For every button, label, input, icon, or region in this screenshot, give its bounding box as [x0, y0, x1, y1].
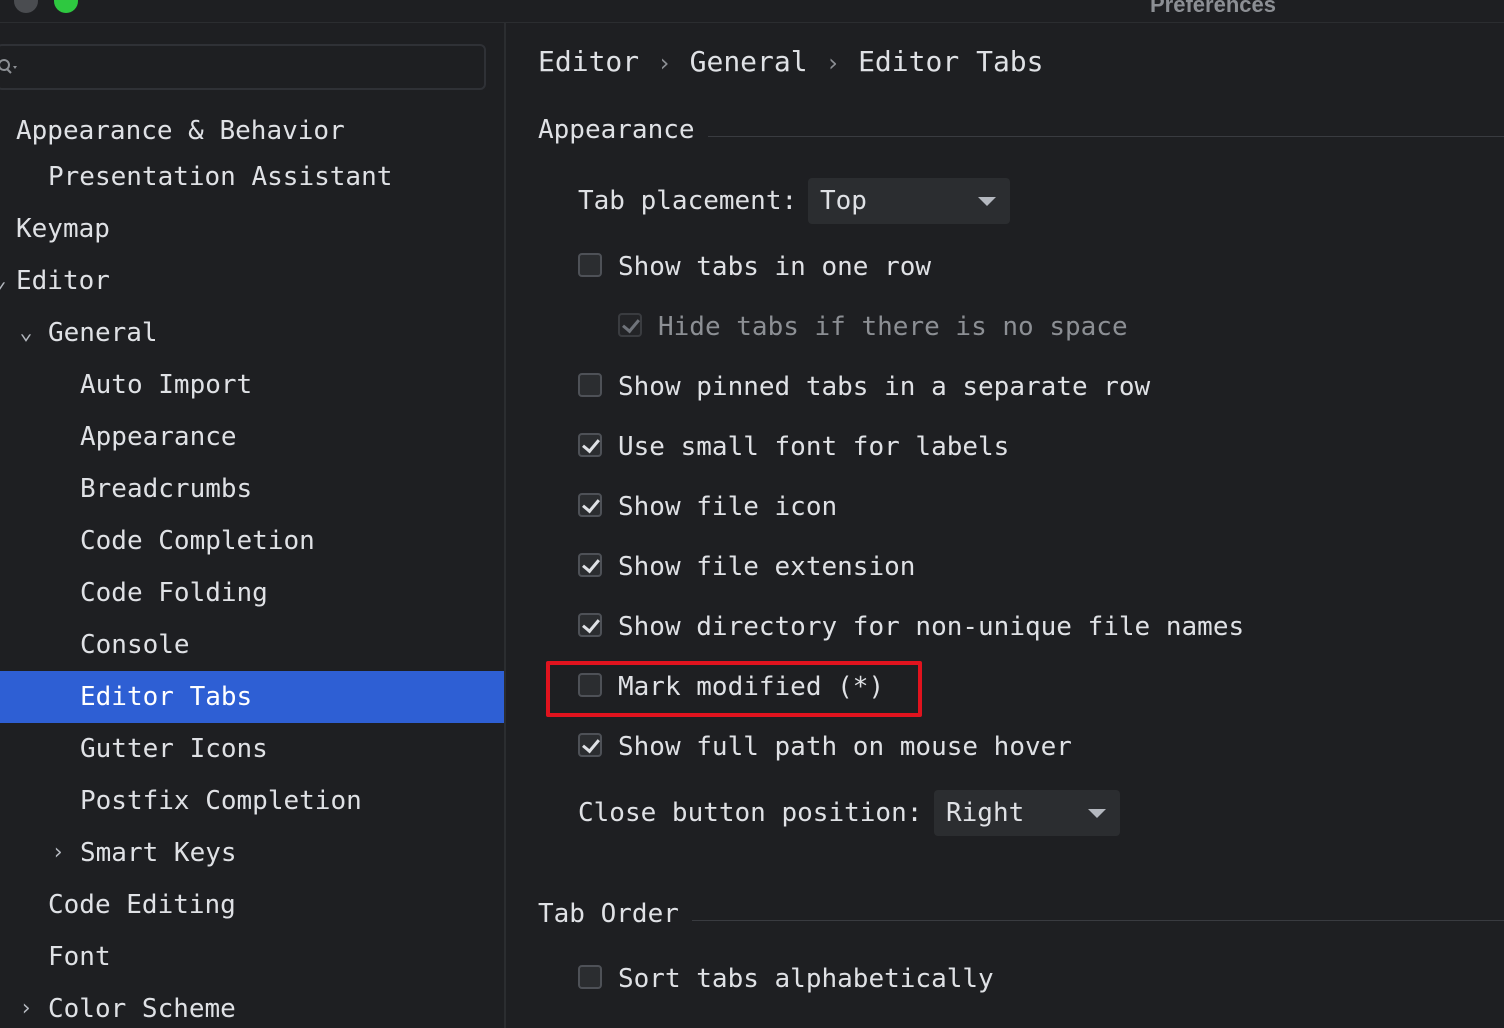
checkbox[interactable]	[578, 433, 602, 457]
option-label: Use small font for labels	[618, 432, 1010, 462]
sidebar-item-breadcrumbs[interactable]: Breadcrumbs	[0, 463, 504, 515]
sidebar-item-smart-keys[interactable]: › Smart Keys	[0, 827, 504, 879]
option-label: Sort tabs alphabetically	[618, 964, 994, 994]
sidebar-item-code-completion[interactable]: Code Completion	[0, 515, 504, 567]
settings-content: Editor › General › Editor Tabs Appearance Ta…	[506, 23, 1504, 1028]
checkbox[interactable]	[578, 673, 602, 697]
window-control-zoom[interactable]	[54, 0, 78, 13]
breadcrumb: Editor › General › Editor Tabs	[538, 45, 1044, 78]
option-label: Show tabs in one row	[618, 252, 932, 282]
window-control-minimize[interactable]	[14, 0, 38, 13]
breadcrumb-separator: ›	[825, 49, 841, 77]
sidebar-item-label: Postfix Completion	[80, 786, 362, 816]
breadcrumb-item: Editor Tabs	[858, 45, 1044, 78]
sidebar-item-label: Appearance & Behavior	[16, 116, 345, 146]
sidebar-item-label: Code Editing	[48, 890, 236, 920]
dropdown-arrow-icon	[1088, 809, 1106, 818]
section-title-appearance: Appearance	[538, 115, 695, 145]
chevron-right-icon[interactable]: ›	[16, 983, 36, 1028]
sidebar-item-auto-import[interactable]: Auto Import	[0, 359, 504, 411]
breadcrumb-item[interactable]: Editor	[538, 45, 639, 78]
checkbox	[618, 313, 642, 337]
checkbox[interactable]	[578, 553, 602, 577]
option-label: Show directory for non-unique file names	[618, 612, 1245, 642]
section-divider	[708, 136, 1504, 137]
title-bar: Preferences	[0, 0, 1504, 23]
sidebar-item-gutter-icons[interactable]: Gutter Icons	[0, 723, 504, 775]
sidebar-item-label: Console	[80, 630, 190, 660]
search-icon	[0, 56, 20, 78]
sidebar-item-label: Keymap	[16, 214, 110, 244]
sidebar-item-postfix-completion[interactable]: Postfix Completion	[0, 775, 504, 827]
option-label: Show pinned tabs in a separate row	[618, 372, 1151, 402]
preferences-window: Preferences Appearance & Behavior Presen…	[0, 0, 1504, 1028]
sidebar-item-color-scheme[interactable]: › Color Scheme	[0, 983, 504, 1028]
sidebar-item-label: Font	[48, 942, 111, 972]
section-divider	[692, 920, 1504, 921]
sidebar-item-code-folding[interactable]: Code Folding	[0, 567, 504, 619]
sidebar-item-label: Editor Tabs	[80, 682, 253, 712]
option-label: Show file extension	[618, 552, 916, 582]
sidebar-item-label: Code Completion	[80, 526, 315, 556]
option-label: Hide tabs if there is no space	[658, 312, 1128, 342]
sidebar-item-label: Breadcrumbs	[80, 474, 253, 504]
sidebar-item-editor[interactable]: ⌄ Editor	[0, 255, 504, 307]
sidebar-item-label: Appearance	[80, 422, 237, 452]
chevron-down-icon[interactable]: ⌄	[0, 255, 10, 307]
search-input[interactable]	[0, 44, 486, 90]
checkbox[interactable]	[578, 373, 602, 397]
sidebar-item-label: Smart Keys	[80, 838, 237, 868]
sidebar-item-appearance[interactable]: Appearance	[0, 411, 504, 463]
sidebar-item-label: Gutter Icons	[80, 734, 268, 764]
sidebar-item-editor-tabs[interactable]: Editor Tabs	[0, 671, 504, 723]
sidebar-item-label: General	[48, 318, 158, 348]
checkbox[interactable]	[578, 493, 602, 517]
tab-placement-label: Tab placement:	[578, 186, 798, 216]
option-label: Show file icon	[618, 492, 838, 522]
sidebar-item-font[interactable]: Font	[0, 931, 504, 983]
option-label: Mark modified (*)	[618, 672, 885, 702]
chevron-right-icon[interactable]: ›	[48, 827, 68, 879]
sidebar-item-label: Color Scheme	[48, 994, 236, 1024]
section-title-tab-order: Tab Order	[538, 899, 679, 929]
breadcrumb-separator: ›	[657, 49, 672, 77]
option-label: Show full path on mouse hover	[618, 732, 1072, 762]
window-title: Preferences	[1150, 0, 1276, 17]
checkbox[interactable]	[578, 253, 602, 277]
dropdown-arrow-icon	[978, 197, 996, 206]
checkbox[interactable]	[578, 733, 602, 757]
tab-placement-value: Top	[820, 186, 867, 216]
sidebar-item-label: Editor	[16, 266, 110, 296]
close-button-position-label: Close button position:	[578, 798, 923, 828]
sidebar-item-presentation-assistant[interactable]: Presentation Assistant	[0, 151, 504, 203]
close-button-position-value: Right	[946, 798, 1025, 828]
sidebar-item-label: Presentation Assistant	[48, 162, 393, 192]
sidebar-item-label: Auto Import	[80, 370, 253, 400]
sidebar-item-general[interactable]: ⌄ General	[0, 307, 504, 359]
chevron-down-icon[interactable]: ⌄	[16, 307, 36, 359]
tab-placement-select[interactable]: Top	[808, 178, 1010, 224]
sidebar-item-label: Code Folding	[80, 578, 268, 608]
checkbox[interactable]	[578, 613, 602, 637]
close-button-position-select[interactable]: Right	[934, 790, 1120, 836]
sidebar-item-code-editing[interactable]: Code Editing	[0, 879, 504, 931]
sidebar-item-appearance-behavior[interactable]: Appearance & Behavior	[0, 105, 504, 157]
checkbox[interactable]	[578, 965, 602, 989]
sidebar-item-keymap[interactable]: Keymap	[0, 203, 504, 255]
sidebar-item-console[interactable]: Console	[0, 619, 504, 671]
breadcrumb-item[interactable]: General	[690, 45, 808, 78]
settings-sidebar: Appearance & Behavior Presentation Assis…	[0, 23, 506, 1028]
